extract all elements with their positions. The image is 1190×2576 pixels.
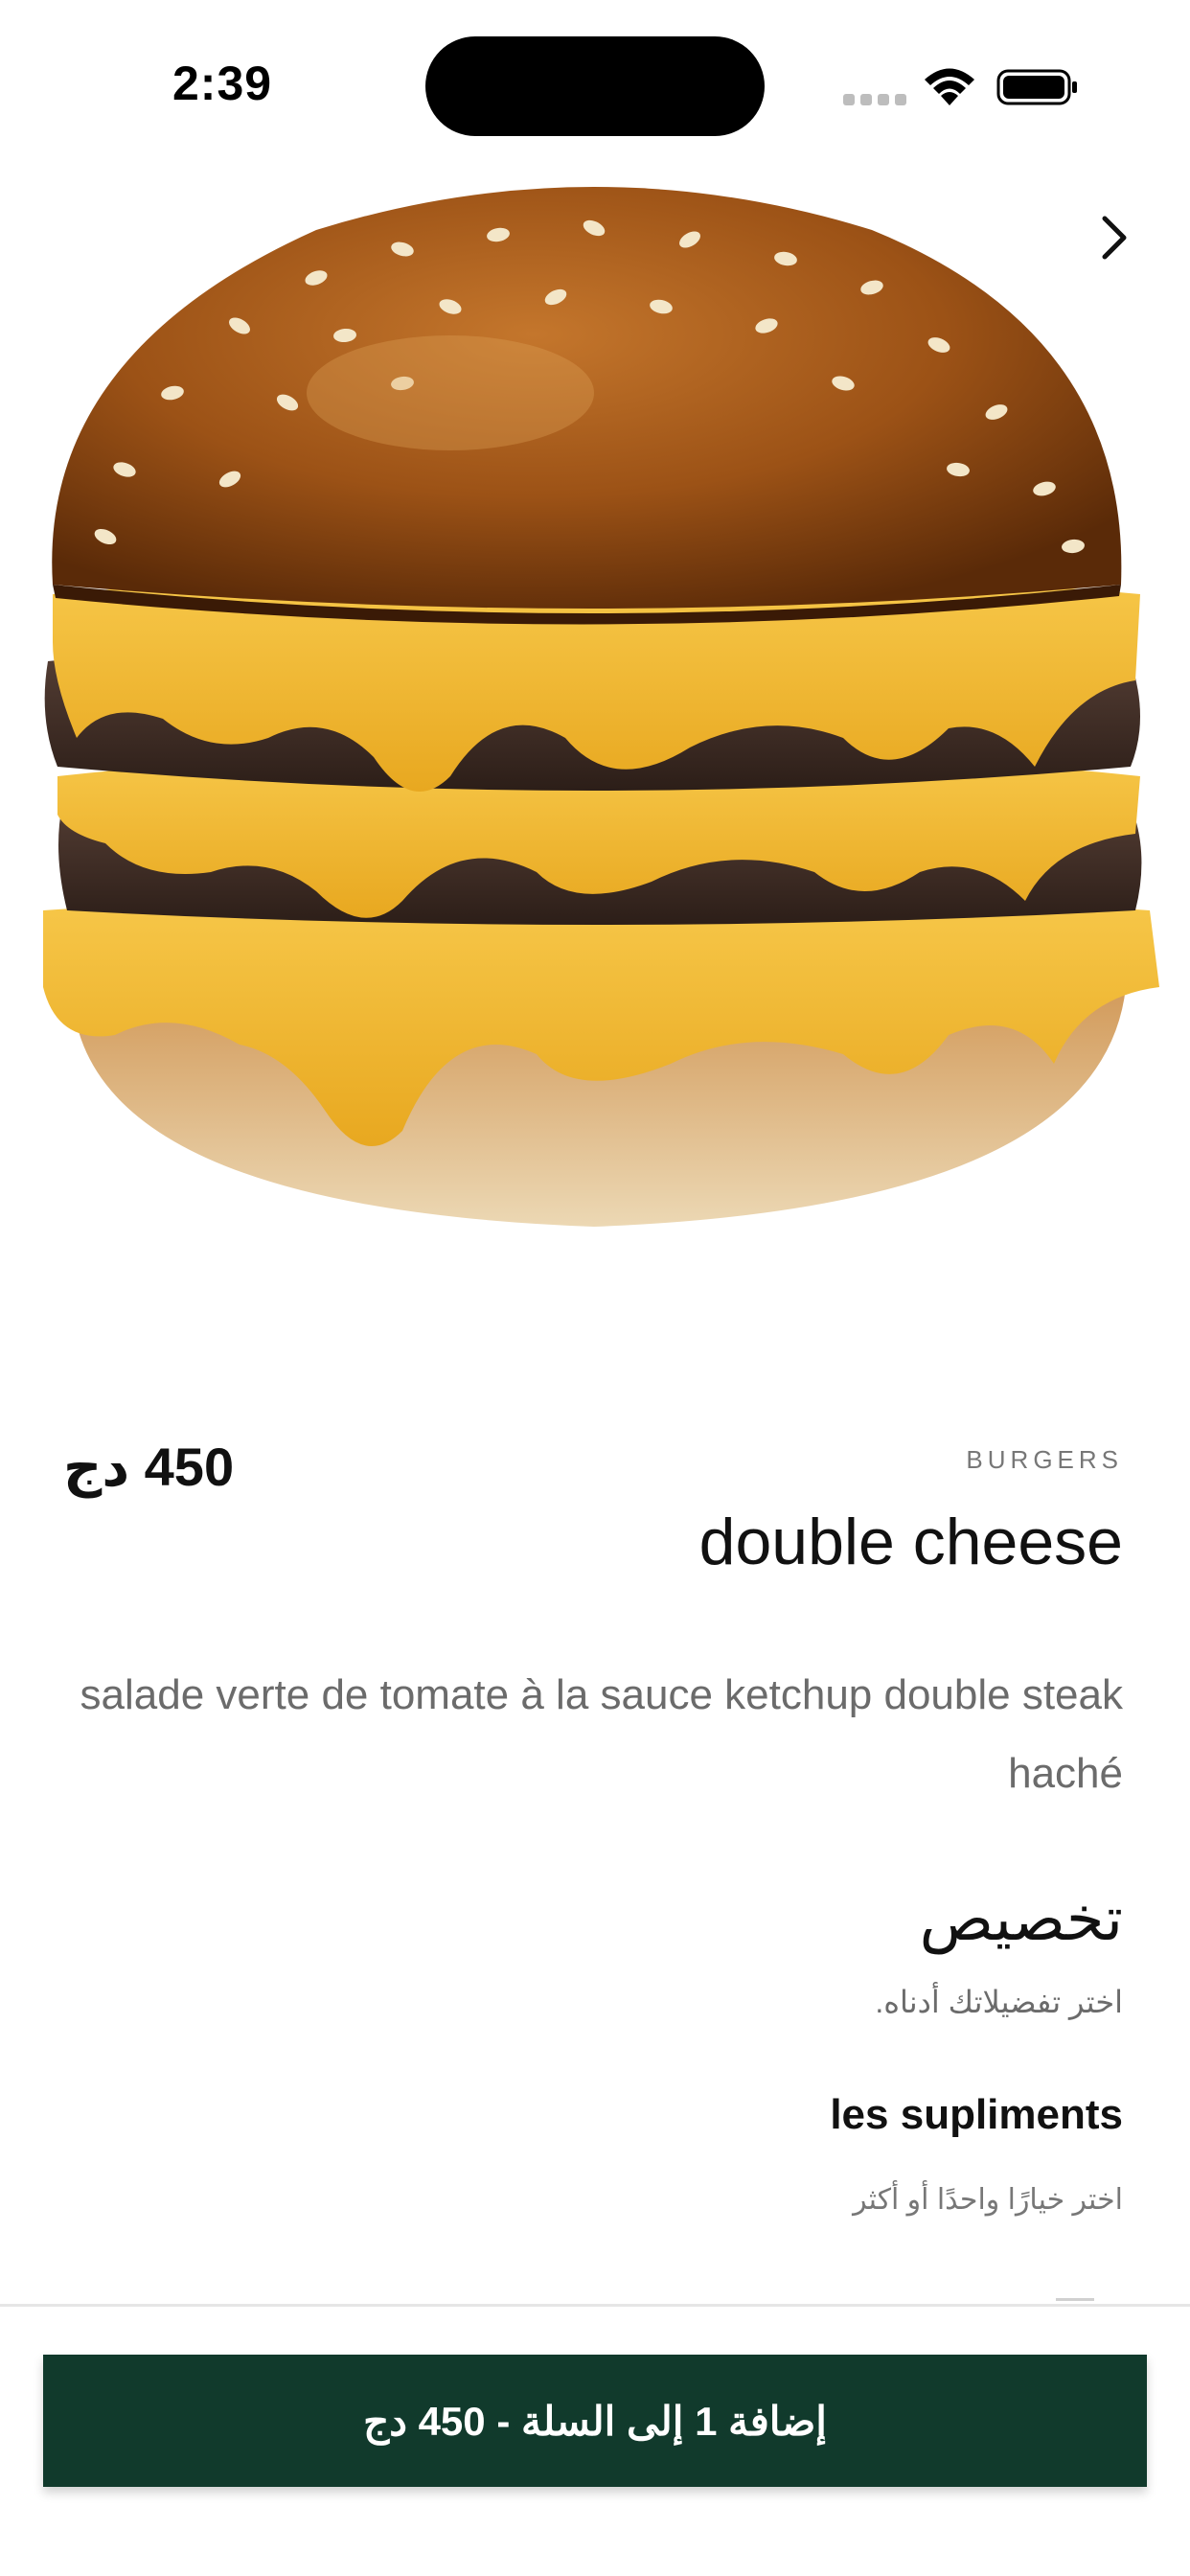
add-to-cart-button[interactable]: إضافة 1 إلى السلة - 450 دج	[43, 2355, 1147, 2487]
hero-image-area	[0, 144, 1190, 1332]
wifi-icon	[925, 68, 974, 105]
option-divider	[1056, 2298, 1094, 2301]
status-time: 2:39	[172, 57, 273, 110]
next-button[interactable]	[1087, 211, 1141, 264]
burger-image	[43, 187, 1159, 1227]
product-description: salade verte de tomate à la sauce ketchu…	[80, 1671, 1123, 1797]
option-group-subtitle: اختر خيارًا واحدًا أو أكثر	[853, 2184, 1123, 2216]
customize-title: تخصيص	[919, 1884, 1123, 1953]
customize-subtitle: اختر تفضيلاتك أدناه.	[875, 1985, 1123, 2019]
product-title: double cheese	[698, 1506, 1123, 1578]
status-bar: 2:39	[0, 0, 1190, 144]
cellular-signal-icon	[843, 94, 906, 105]
product-price: 450 دج	[63, 1437, 235, 1497]
product-category: BURGERS	[966, 1445, 1123, 1474]
dynamic-island	[425, 36, 765, 136]
option-group-title: les supliments	[830, 2091, 1123, 2138]
battery-icon	[996, 69, 1077, 105]
bottom-action-bar: إضافة 1 إلى السلة - 450 دج	[0, 2304, 1190, 2576]
chevron-right-icon	[1102, 216, 1127, 260]
